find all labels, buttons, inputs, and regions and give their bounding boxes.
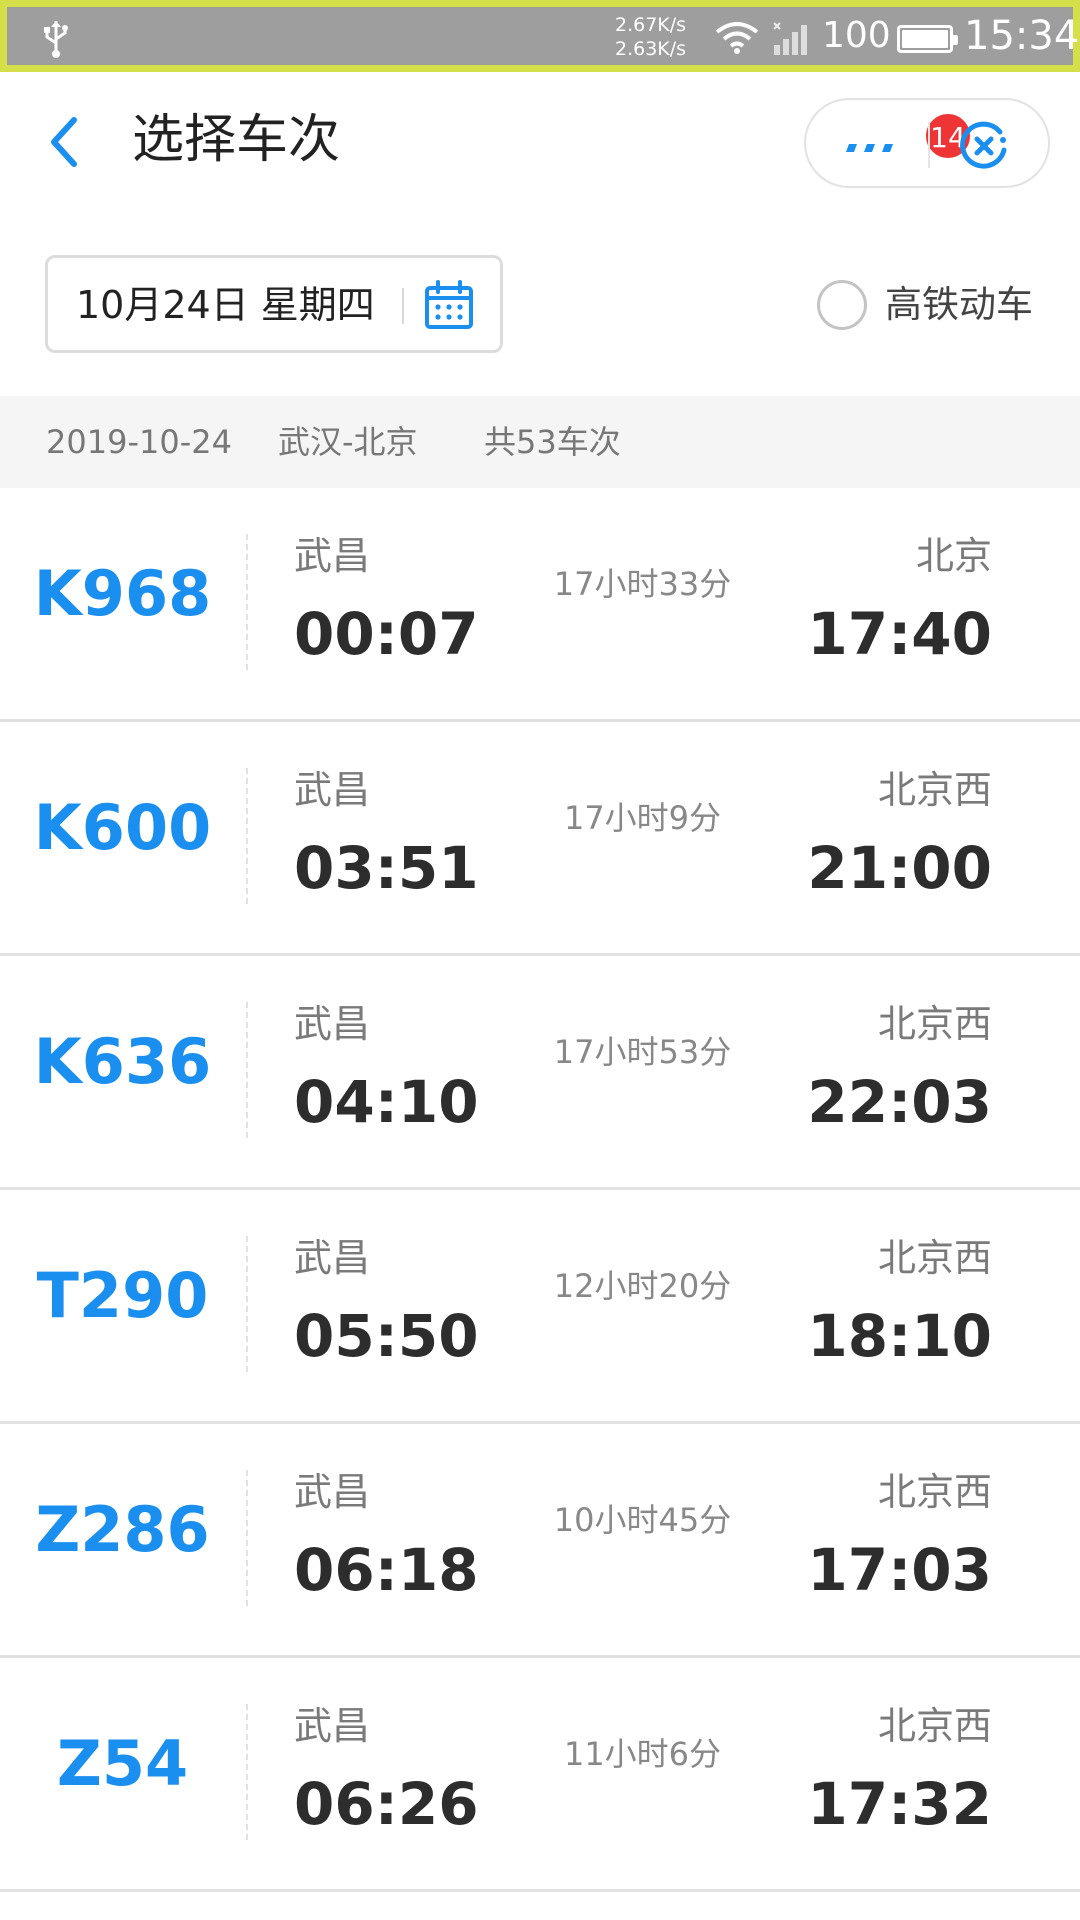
arrival-station: 北京西 <box>877 768 992 812</box>
arrival-time: 17:32 <box>807 1770 992 1838</box>
high-speed-filter-radio[interactable] <box>817 280 867 330</box>
departure-station: 武昌 <box>294 1704 371 1748</box>
date-label: 10月24日 星期四 <box>76 283 375 327</box>
close-target-icon <box>960 121 1007 169</box>
train-list: K968 武昌 00:07 17小时33分 北京 17:40 K600 武昌 0… <box>0 488 1080 1892</box>
summary-date: 2019-10-24 <box>46 423 232 461</box>
arrival-time: 21:00 <box>807 834 992 902</box>
departure-station: 武昌 <box>294 1002 371 1046</box>
more-dots-icon <box>846 144 893 152</box>
more-button[interactable]: 14 <box>842 112 972 162</box>
date-selector[interactable]: 10月24日 星期四 <box>45 255 503 353</box>
train-row[interactable]: Z286 武昌 06:18 10小时45分 北京西 17:03 <box>0 1424 1080 1658</box>
travel-duration: 10小时45分 <box>553 1501 732 1539</box>
calendar-icon <box>423 279 475 331</box>
row-divider <box>246 1236 248 1372</box>
departure-time: 06:18 <box>294 1536 479 1604</box>
arrival-station: 北京 <box>915 534 992 578</box>
row-divider <box>246 1470 248 1606</box>
travel-duration: 17小时53分 <box>553 1033 732 1071</box>
arrival-station: 北京西 <box>877 1002 992 1046</box>
download-speed: 2.63K/s <box>615 38 687 60</box>
arrival-station: 北京西 <box>877 1470 992 1514</box>
status-bar: 2.67K/s 2.63K/s 100 15:34 <box>0 0 1080 72</box>
arrival-station: 北京西 <box>877 1704 992 1748</box>
arrival-time: 17:40 <box>807 600 992 668</box>
departure-time: 03:51 <box>294 834 479 902</box>
date-separator <box>402 288 404 324</box>
train-row[interactable]: K636 武昌 04:10 17小时53分 北京西 22:03 <box>0 956 1080 1190</box>
departure-station: 武昌 <box>294 1470 371 1514</box>
arrival-station: 北京西 <box>877 1236 992 1280</box>
close-button[interactable] <box>956 118 1012 174</box>
clock: 15:34 <box>964 13 1080 59</box>
travel-duration: 11小时6分 <box>563 1735 722 1773</box>
row-divider <box>246 534 248 670</box>
nav-header: 选择车次 14 <box>0 72 1080 212</box>
train-number: T290 <box>36 1259 209 1332</box>
departure-time: 04:10 <box>294 1068 479 1136</box>
departure-time: 06:26 <box>294 1770 479 1838</box>
wifi-icon <box>715 20 759 58</box>
row-divider <box>246 768 248 904</box>
departure-station: 武昌 <box>294 1236 371 1280</box>
train-number: K968 <box>33 557 212 630</box>
train-number: Z286 <box>35 1493 210 1566</box>
departure-time: 00:07 <box>294 600 479 668</box>
capsule-divider <box>928 122 930 168</box>
chevron-left-icon <box>51 117 77 167</box>
departure-time: 05:50 <box>294 1302 479 1370</box>
departure-station: 武昌 <box>294 768 371 812</box>
page-title: 选择车次 <box>132 110 341 170</box>
travel-duration: 17小时9分 <box>563 799 722 837</box>
travel-duration: 12小时20分 <box>553 1267 732 1305</box>
train-number: Z54 <box>56 1727 189 1800</box>
arrival-time: 22:03 <box>807 1068 992 1136</box>
row-divider <box>246 1704 248 1840</box>
train-row[interactable]: Z54 武昌 06:26 11小时6分 北京西 17:32 <box>0 1658 1080 1892</box>
signal-icon <box>772 21 812 61</box>
row-divider <box>246 1002 248 1138</box>
high-speed-filter-label[interactable]: 高铁动车 <box>885 280 1033 330</box>
battery-level: 100 <box>822 15 891 56</box>
usb-icon <box>41 19 71 63</box>
arrival-time: 18:10 <box>807 1302 992 1370</box>
mini-program-capsule: 14 <box>804 98 1050 188</box>
arrival-time: 17:03 <box>807 1536 992 1604</box>
train-number: K636 <box>33 1025 212 1098</box>
travel-duration: 17小时33分 <box>553 565 732 603</box>
train-row[interactable]: K600 武昌 03:51 17小时9分 北京西 21:00 <box>0 722 1080 956</box>
departure-station: 武昌 <box>294 534 371 578</box>
upload-speed: 2.67K/s <box>615 14 687 36</box>
train-row[interactable]: K968 武昌 00:07 17小时33分 北京 17:40 <box>0 488 1080 722</box>
back-button[interactable] <box>40 110 90 174</box>
summary-route: 武汉-北京 <box>278 423 418 461</box>
battery-icon <box>897 25 958 53</box>
summary-count: 共53车次 <box>484 423 621 461</box>
train-number: K600 <box>33 791 212 864</box>
search-summary-bar: 2019-10-24 武汉-北京 共53车次 <box>0 396 1080 488</box>
train-row[interactable]: T290 武昌 05:50 12小时20分 北京西 18:10 <box>0 1190 1080 1424</box>
network-speed: 2.67K/s 2.63K/s <box>615 13 686 61</box>
